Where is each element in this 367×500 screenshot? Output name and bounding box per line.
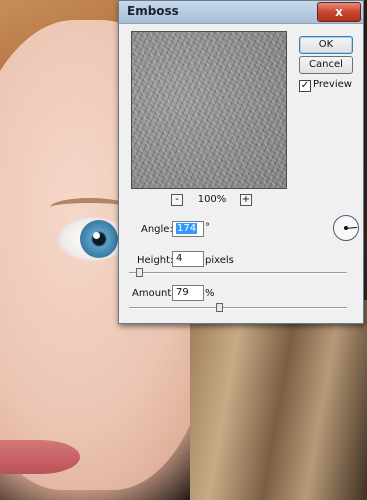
preview-label: Preview — [313, 79, 352, 90]
amount-slider-thumb[interactable] — [216, 303, 224, 312]
zoom-minus-button[interactable]: - — [171, 194, 183, 206]
angle-input[interactable]: 174 — [172, 221, 204, 237]
dialog-title: Emboss — [127, 4, 179, 18]
angle-unit: ° — [205, 222, 210, 233]
hair-right — [190, 300, 367, 500]
height-slider-track[interactable] — [129, 272, 347, 274]
amount-unit: % — [205, 288, 215, 299]
emboss-dialog: Emboss x - 100% + OK Cancel ✓ Preview An… — [118, 0, 364, 324]
eye-glint — [93, 232, 100, 239]
height-value: 4 — [176, 253, 183, 264]
amount-input[interactable]: 79 — [172, 285, 204, 301]
dialog-titlebar[interactable]: Emboss x — [119, 1, 363, 24]
height-input[interactable]: 4 — [172, 251, 204, 267]
zoom-plus-icon: + — [241, 194, 251, 205]
eye-iris — [80, 220, 118, 258]
amount-slider-track[interactable] — [129, 307, 347, 309]
zoom-minus-icon: - — [175, 194, 179, 205]
angle-value: 174 — [176, 223, 198, 234]
height-unit: pixels — [205, 255, 234, 266]
preview-checkbox[interactable]: ✓ — [299, 80, 311, 92]
zoom-plus-button[interactable]: + — [240, 194, 252, 206]
lips — [0, 440, 80, 474]
angle-label: Angle: — [141, 224, 173, 235]
angle-dial-icon[interactable] — [333, 215, 359, 241]
cancel-button[interactable]: Cancel — [299, 56, 353, 74]
preview-image[interactable] — [131, 31, 287, 189]
height-slider-thumb[interactable] — [135, 268, 143, 277]
height-label: Height: — [137, 255, 174, 266]
zoom-level: 100% — [197, 194, 227, 205]
angle-dial-center — [344, 226, 348, 230]
checkmark-icon: ✓ — [300, 80, 310, 91]
amount-value: 79 — [176, 287, 189, 298]
close-icon: x — [335, 5, 343, 19]
ok-button[interactable]: OK — [299, 36, 353, 54]
amount-label: Amount: — [132, 288, 175, 299]
close-button[interactable]: x — [317, 2, 361, 22]
